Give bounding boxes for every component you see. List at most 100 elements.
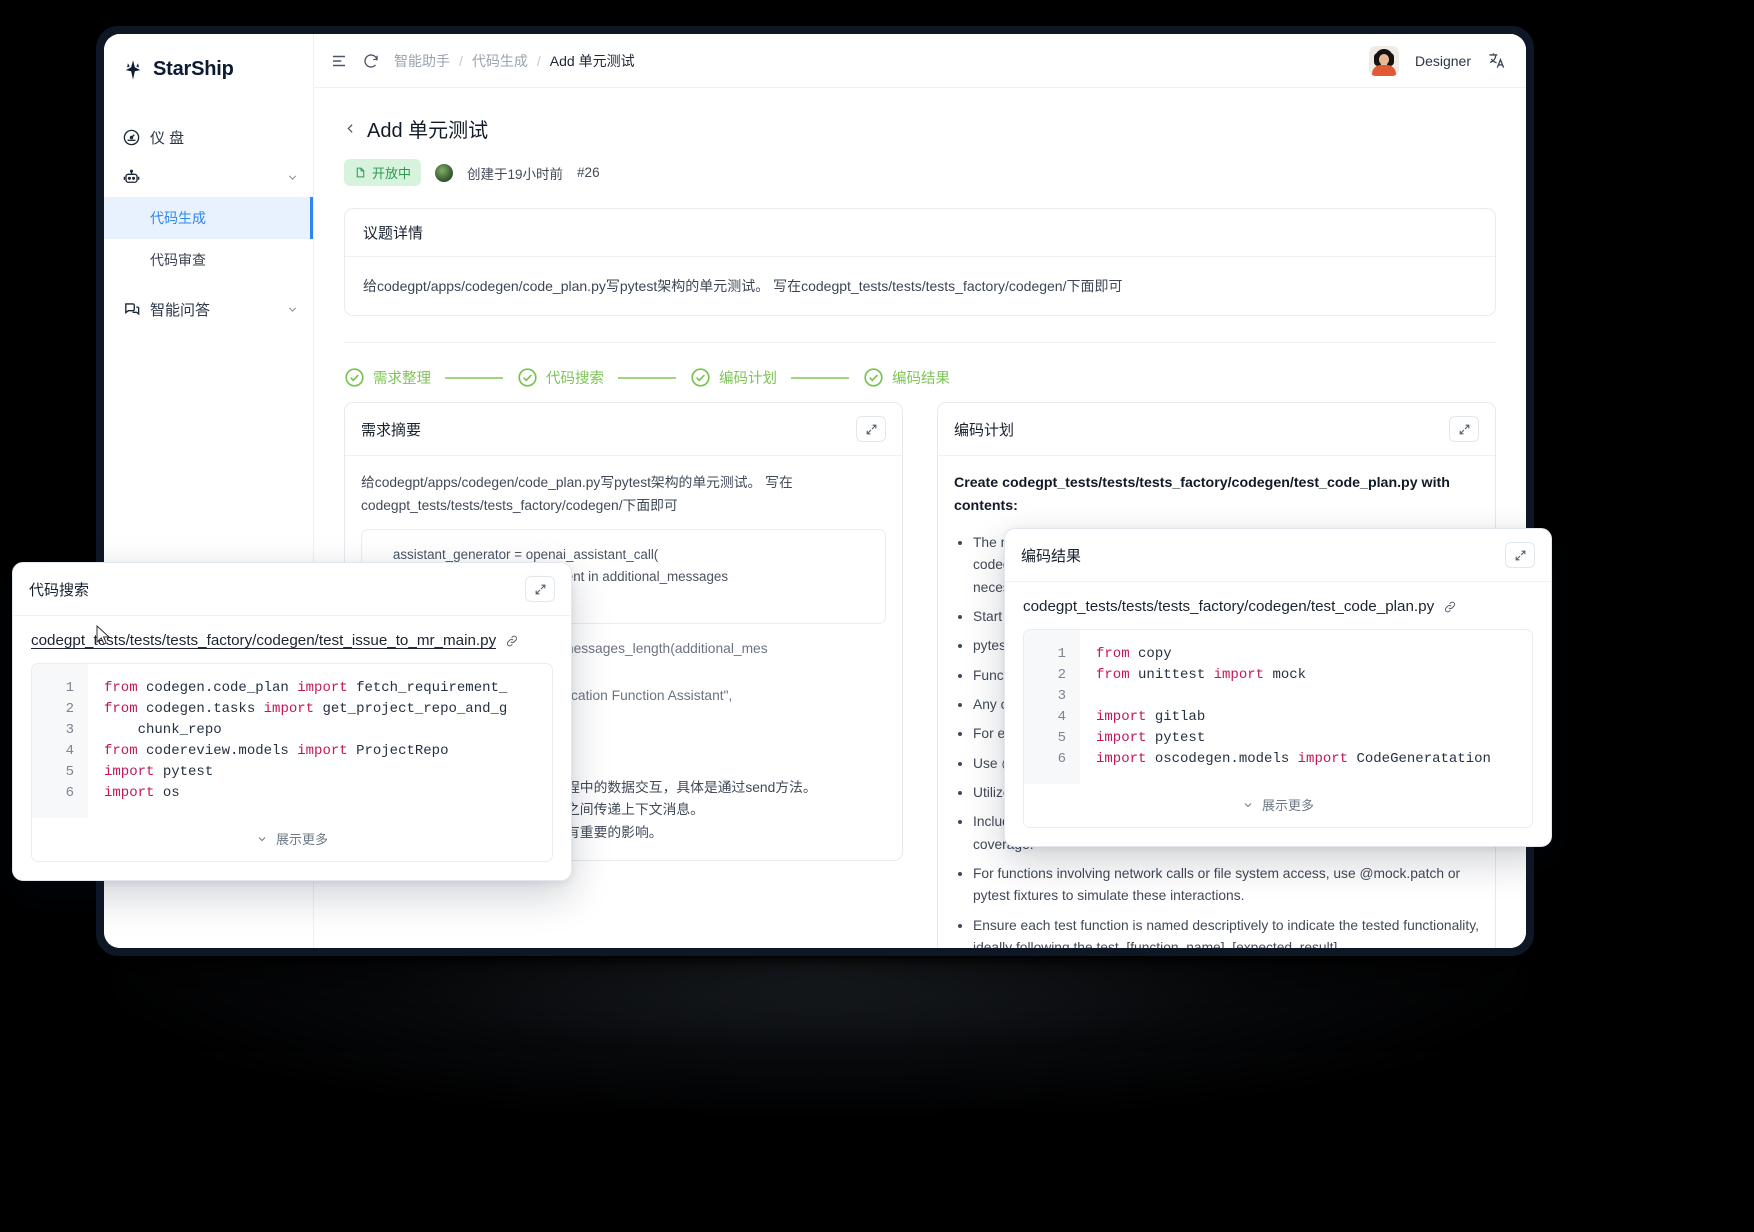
chevron-left-icon[interactable] [344,122,357,135]
requirement-summary-title: 需求摘要 [361,421,422,439]
coding-plan-intro: Create codegpt_tests/tests/tests_factory… [954,475,1450,515]
sidebar-subitem-label: 代码生成 [150,210,206,226]
step-label: 编码结果 [892,371,950,388]
sidebar-item-dashboard[interactable]: 仪 盘 [104,117,313,157]
expand-icon[interactable] [856,416,886,443]
coding-result-show-more-button[interactable]: 展示更多 [1024,784,1532,827]
line-number: 3 [65,722,74,738]
step-label: 需求整理 [373,371,431,388]
sidebar-item-code-review[interactable]: 代码审查 [104,239,313,281]
breadcrumb-separator: / [536,52,541,69]
code-line: from codegen.code_plan import fetch_requ… [104,680,508,696]
step-connector [618,377,676,379]
issue-meta: 开放中 创建于19小时前 #26 [344,159,1496,186]
code-search-floating-panel: 代码搜索 codegpt_tests/tests/tests_factory/c… [12,562,572,881]
sidebar-item-label: 仪 盘 [150,129,185,147]
coding-result-title: 编码结果 [1021,547,1082,565]
open-issue-icon [354,166,367,179]
issue-detail-card: 议题详情 给codegpt/apps/codegen/code_plan.py写… [344,208,1496,317]
status-badge-label: 开放中 [372,166,412,181]
chevron-down-icon[interactable] [286,171,299,184]
step-label: 编码计划 [719,371,777,388]
check-circle-icon [517,367,538,388]
brand[interactable]: StarShip [104,58,313,81]
chevron-down-icon [258,836,266,841]
dashboard-icon [122,128,141,147]
list-item: For functions involving network calls or… [973,863,1479,908]
coding-result-header: 编码结果 [1005,529,1551,582]
sidebar-subitem-label: 代码审查 [150,252,206,268]
expand-icon[interactable] [1449,416,1479,443]
code-search-show-more-button[interactable]: 展示更多 [32,818,552,861]
code-line: from unittest import mock [1096,667,1307,683]
coding-plan-title: 编码计划 [954,421,1015,439]
breadcrumb: 智能助手 / 代码生成 / Add 单元测试 [394,51,635,71]
step-2[interactable]: 编码计划 [690,367,777,388]
coding-result-gutter: 1 2 3 4 5 6 [1024,630,1080,784]
menu-collapse-icon[interactable] [330,52,348,70]
step-0[interactable]: 需求整理 [344,367,431,388]
issue-id: #26 [577,165,600,180]
device-reflection [110,960,1530,1110]
sidebar-item-assistant[interactable] [104,157,313,197]
user-avatar[interactable] [1368,45,1399,76]
page-title: Add 单元测试 [367,120,489,142]
show-more-label: 展示更多 [1261,798,1314,813]
link-icon[interactable] [505,634,519,648]
translate-icon[interactable] [1487,51,1506,70]
expand-icon[interactable] [1505,542,1535,568]
brand-name: StarShip [153,58,234,80]
code-search-code-lines[interactable]: from codegen.code_plan import fetch_requ… [88,664,552,818]
coding-result-file-path[interactable]: codegpt_tests/tests/tests_factory/codege… [1023,598,1434,615]
code-line: import oscodegen.models import CodeGener… [1096,751,1491,767]
user-name[interactable]: Designer [1415,53,1471,69]
code-search-file-path[interactable]: codegpt_tests/tests/tests_factory/codege… [31,632,496,649]
step-progress: 需求整理 代码搜索 编码计划 编码结果 [344,367,1496,388]
step-1[interactable]: 代码搜索 [517,367,604,388]
step-connector [445,377,503,379]
breadcrumb-item-2[interactable]: Add 单元测试 [550,51,635,71]
link-icon[interactable] [1443,600,1457,614]
code-line: import pytest [104,764,214,780]
breadcrumb-item-0[interactable]: 智能助手 [394,51,450,71]
check-circle-icon [690,367,711,388]
sidebar-item-label: 智能问答 [150,301,211,319]
code-line: from copy [1096,646,1172,662]
line-number: 3 [1057,688,1066,704]
code-line: import os [104,785,180,801]
page-header: Add 单元测试 [344,114,1496,143]
check-circle-icon [863,367,884,388]
step-3[interactable]: 编码结果 [863,367,950,388]
step-connector [791,377,849,379]
line-number: 5 [1057,730,1066,746]
topbar: 智能助手 / 代码生成 / Add 单元测试 Designer [314,34,1526,88]
issue-detail-body: 给codegpt/apps/codegen/code_plan.py写pytes… [363,278,1123,294]
requirement-summary-tail-line-1: 之间传递上下文消息。 [566,802,704,818]
code-search-header: 代码搜索 [13,563,571,616]
coding-result-code-lines[interactable]: from copy from unittest import mock impor… [1080,630,1532,784]
screenshot-stage: StarShip 仪 盘 代码生成 代码审查 智能问答 智能助手 / 代码生成 … [0,0,1754,1232]
show-more-label: 展示更多 [275,832,328,847]
code-search-code-table: 1 2 3 4 5 6 from codegen.code_plan impor… [32,664,552,818]
sidebar-item-smart-qa[interactable]: 智能问答 [104,289,313,329]
sidebar-item-code-generation[interactable]: 代码生成 [104,197,313,239]
code-line: from codereview.models import ProjectRep… [104,743,449,759]
created-text: 创建于19小时前 [467,166,564,182]
line-number: 1 [65,680,74,696]
requirement-summary-text: 给codegpt/apps/codegen/code_plan.py写pytes… [361,475,793,513]
coding-result-code-card: 1 2 3 4 5 6 from copy from unittest impor… [1023,629,1533,828]
refresh-icon[interactable] [362,52,380,70]
code-line: import pytest [1096,730,1206,746]
chevron-down-icon[interactable] [286,303,299,316]
code-search-code-card: 1 2 3 4 5 6 from codegen.code_plan impor… [31,663,553,862]
starship-logo-icon [122,59,144,81]
code-search-title: 代码搜索 [29,581,90,599]
breadcrumb-item-1[interactable]: 代码生成 [472,51,528,71]
breadcrumb-separator: / [459,52,463,69]
line-number: 6 [1057,751,1066,767]
expand-icon[interactable] [525,576,555,602]
coding-result-floating-panel: 编码结果 codegpt_tests/tests/tests_factory/c… [1004,528,1552,847]
check-circle-icon [344,367,365,388]
